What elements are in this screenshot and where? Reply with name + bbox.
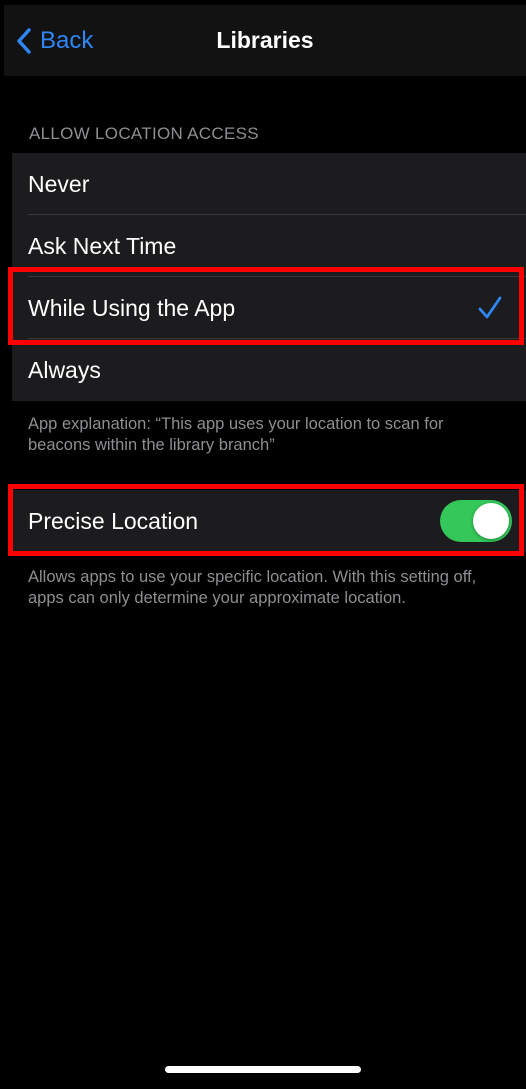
option-ask-next-time[interactable]: Ask Next Time xyxy=(12,215,526,277)
option-while-using-app[interactable]: While Using the App xyxy=(12,277,526,339)
location-access-options: Never Ask Next Time While Using the App … xyxy=(12,153,526,401)
option-always[interactable]: Always xyxy=(12,339,526,401)
option-label: Ask Next Time xyxy=(28,232,177,259)
app-explanation-text: App explanation: “This app uses your loc… xyxy=(28,415,444,454)
home-indicator[interactable] xyxy=(165,1066,361,1073)
option-label: Always xyxy=(28,356,101,383)
toggle-knob xyxy=(473,503,509,539)
location-settings-screen: Back Libraries ALLOW LOCATION ACCESS Nev… xyxy=(0,0,526,1089)
option-label: Never xyxy=(28,170,90,197)
option-never[interactable]: Never xyxy=(12,153,526,215)
precise-location-label: Precise Location xyxy=(28,507,199,534)
precise-location-row: Precise Location xyxy=(12,490,526,552)
precise-location-group: Precise Location xyxy=(12,490,526,552)
location-access-header: ALLOW LOCATION ACCESS xyxy=(29,124,259,143)
checkmark-icon xyxy=(478,296,502,319)
page-title: Libraries xyxy=(216,27,314,53)
option-label: While Using the App xyxy=(28,294,236,321)
navigation-bar: Back Libraries xyxy=(4,5,526,76)
precise-location-toggle[interactable] xyxy=(440,500,512,542)
precise-location-description: Allows apps to use your specific locatio… xyxy=(28,568,477,607)
